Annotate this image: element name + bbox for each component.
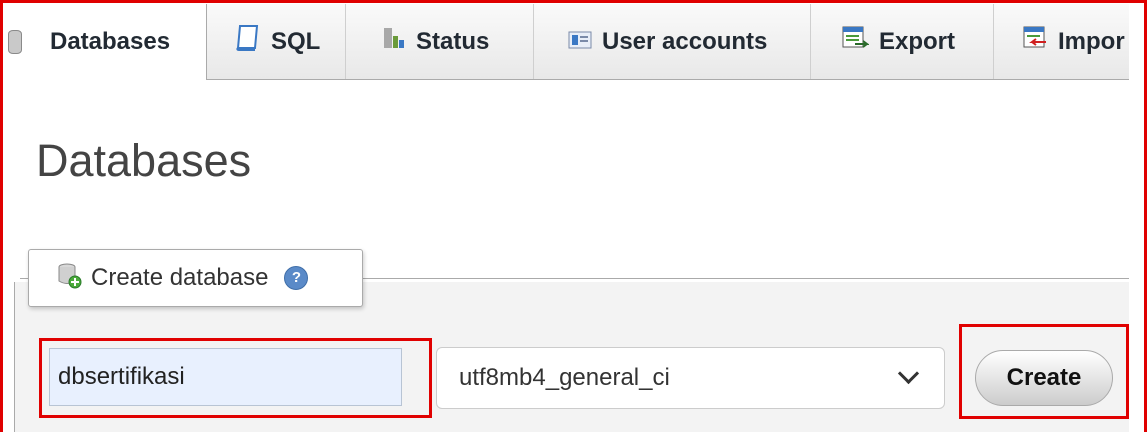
sql-icon [235, 24, 261, 59]
chevron-down-icon [897, 362, 920, 385]
tab-label: Databases [50, 28, 171, 55]
tab-label: Impor [1058, 27, 1125, 55]
user-accounts-icon [568, 28, 592, 56]
page-title: Databases [36, 135, 252, 186]
create-database-legend: Create database ? [28, 249, 363, 307]
import-icon [1022, 25, 1048, 58]
legend-label: Create database [91, 264, 269, 291]
tab-bar: Databases SQL Status User accounts Expor… [4, 4, 1129, 80]
database-icon [8, 30, 22, 54]
tab-label: SQL [271, 27, 321, 55]
tab-databases[interactable]: Databases [4, 4, 207, 80]
create-button[interactable]: Create [975, 350, 1113, 406]
tab-status[interactable]: Status [346, 4, 534, 79]
tab-user-accounts[interactable]: User accounts [534, 4, 811, 79]
tab-label: User accounts [602, 27, 768, 55]
tab-import[interactable]: Impor [994, 4, 1129, 79]
tab-export[interactable]: Export [811, 4, 994, 79]
export-icon [841, 25, 870, 58]
collation-selected-value: utf8mb4_general_ci [459, 364, 670, 391]
tab-sql[interactable]: SQL [207, 4, 346, 79]
help-icon[interactable]: ? [284, 266, 309, 290]
status-chart-icon [382, 26, 406, 57]
create-database-icon [57, 261, 83, 296]
fieldset-left-border [14, 282, 15, 432]
collation-select[interactable]: utf8mb4_general_ci [436, 347, 945, 409]
database-name-input[interactable] [49, 348, 402, 406]
tab-label: Export [879, 27, 956, 55]
tab-label: Status [416, 27, 490, 55]
